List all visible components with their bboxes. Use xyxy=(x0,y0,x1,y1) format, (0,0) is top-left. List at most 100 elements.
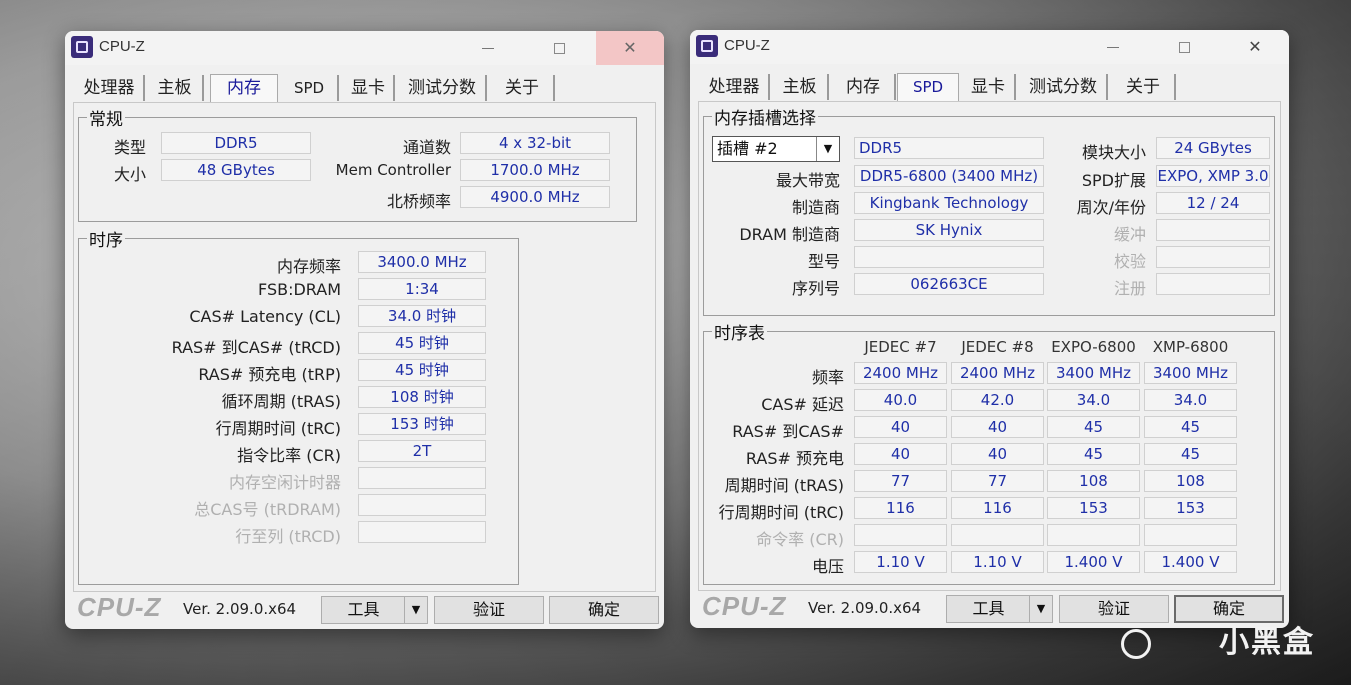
timing-cell: 45 xyxy=(1144,443,1237,465)
column-header: JEDEC #7 xyxy=(864,338,937,356)
part-label: 型号 xyxy=(807,252,840,271)
timing-row-label: 频率 xyxy=(811,368,844,387)
tools-button[interactable]: 工具 ▼ xyxy=(946,595,1053,623)
tab-cpu[interactable]: 处理器 xyxy=(700,74,770,100)
timing-label: 指令比率 (CR) xyxy=(237,446,341,465)
tab-spd[interactable]: SPD xyxy=(897,73,959,102)
check-label: 校验 xyxy=(1113,252,1146,271)
tab-about[interactable]: 关于 xyxy=(491,75,555,101)
timing-label: 循环周期 (tRAS) xyxy=(221,392,341,411)
tab-about[interactable]: 关于 xyxy=(1112,74,1176,100)
serial-label: 序列号 xyxy=(791,279,840,298)
timing-label: 内存频率 xyxy=(276,257,341,276)
cpuz-logo: CPU-Z xyxy=(702,591,787,621)
maximize-button[interactable] xyxy=(536,31,582,65)
minimize-icon xyxy=(482,48,494,49)
chevron-down-icon[interactable]: ▼ xyxy=(1029,596,1052,622)
timing-cell: 45 xyxy=(1047,416,1140,438)
close-button[interactable]: ✕ xyxy=(1221,30,1289,64)
timing-value xyxy=(358,494,486,516)
ok-button[interactable]: 确定 xyxy=(549,596,659,624)
reg-label: 注册 xyxy=(1113,279,1146,298)
type-value: DDR5 xyxy=(161,132,311,154)
size-value: 48 GBytes xyxy=(161,159,311,181)
close-icon: ✕ xyxy=(623,38,637,57)
tab-memory[interactable]: 内存 xyxy=(210,74,278,103)
timing-cell: 34.0 xyxy=(1047,389,1140,411)
maxbw-label: 最大带宽 xyxy=(775,171,840,190)
tab-content: 常规 类型 DDR5 大小 48 GBytes 通道数 4 x 32-bit M… xyxy=(73,102,656,592)
tools-button[interactable]: 工具 ▼ xyxy=(321,596,428,624)
tab-spd[interactable]: SPD xyxy=(281,75,339,101)
timing-cell: 40 xyxy=(951,443,1044,465)
timing-row-label: 命令率 (CR) xyxy=(756,530,844,549)
maximize-button[interactable] xyxy=(1161,30,1207,64)
buffer-value xyxy=(1156,219,1270,241)
cpuz-chip-icon xyxy=(71,36,93,58)
timing-cell: 3400 MHz xyxy=(1144,362,1237,384)
dram-value: SK Hynix xyxy=(854,219,1044,241)
tab-mainboard[interactable]: 主板 xyxy=(147,75,204,101)
timing-label: 内存空闲计时器 xyxy=(228,473,341,492)
timing-cell xyxy=(1144,524,1237,546)
timings-group: 时序 内存频率 3400.0 MHz FSB:DRAM 1:34 CAS# Latenc… xyxy=(78,226,519,585)
timing-row-label: 周期时间 (tRAS) xyxy=(724,476,844,495)
mfr-value: Kingbank Technology xyxy=(854,192,1044,214)
validate-button[interactable]: 验证 xyxy=(434,596,544,624)
bottom-bar: CPU-Z Ver. 2.09.0.x64 工具 ▼ 验证 确定 xyxy=(690,590,1289,628)
timing-cell: 108 xyxy=(1047,470,1140,492)
title-bar[interactable]: CPU-Z ✕ xyxy=(690,30,1289,64)
watermark-text: 小黑盒 xyxy=(1219,625,1315,660)
timing-cell: 108 xyxy=(1144,470,1237,492)
tab-graphics[interactable]: 显卡 xyxy=(343,75,395,101)
dram-label: DRAM 制造商 xyxy=(739,225,840,244)
tab-bench[interactable]: 测试分数 xyxy=(399,75,487,101)
close-button[interactable]: ✕ xyxy=(596,31,664,65)
timing-label: 行周期时间 (tRC) xyxy=(215,419,341,438)
title-bar[interactable]: CPU-Z ✕ xyxy=(65,31,664,65)
timing-value: 3400.0 MHz xyxy=(358,251,486,273)
timing-value xyxy=(358,521,486,543)
window-title: CPU-Z xyxy=(99,38,145,55)
tab-bench[interactable]: 测试分数 xyxy=(1020,74,1108,100)
timing-label: RAS# 到CAS# (tRCD) xyxy=(171,338,341,357)
timing-cell: 2400 MHz xyxy=(951,362,1044,384)
slot-group: 内存插槽选择 插槽 #2 ▼ DDR5 模块大小 24 GBytes 最大带宽 … xyxy=(703,104,1275,316)
timing-cell: 34.0 xyxy=(1144,389,1237,411)
buffer-label: 缓冲 xyxy=(1113,225,1146,244)
chevron-down-icon[interactable]: ▼ xyxy=(404,597,427,623)
channels-label: 通道数 xyxy=(402,138,451,157)
timing-label: 行至列 (tRCD) xyxy=(235,527,341,546)
slot-select-value: 插槽 #2 xyxy=(717,139,778,158)
timing-cell: 77 xyxy=(854,470,947,492)
memctrl-value: 1700.0 MHz xyxy=(460,159,610,181)
timings-title: 时序 xyxy=(87,226,125,251)
minimize-button[interactable] xyxy=(465,31,511,65)
maximize-icon xyxy=(1178,42,1190,53)
timing-cell xyxy=(854,524,947,546)
minimize-button[interactable] xyxy=(1090,30,1136,64)
tab-mainboard[interactable]: 主板 xyxy=(772,74,829,100)
timing-value: 108 时钟 xyxy=(358,386,486,408)
serial-value: 062663CE xyxy=(854,273,1044,295)
validate-button[interactable]: 验证 xyxy=(1059,595,1169,623)
tab-graphics[interactable]: 显卡 xyxy=(962,74,1016,100)
chevron-down-icon[interactable]: ▼ xyxy=(816,137,839,161)
version-text: Ver. 2.09.0.x64 xyxy=(808,599,922,617)
maxbw-value: DDR5-6800 (3400 MHz) xyxy=(854,165,1044,187)
type-label: 类型 xyxy=(113,138,146,157)
timing-row-label: 电压 xyxy=(811,557,844,576)
timing-cell: 1.400 V xyxy=(1047,551,1140,573)
timing-value: 45 时钟 xyxy=(358,332,486,354)
timing-value: 34.0 时钟 xyxy=(358,305,486,327)
timing-cell: 1.10 V xyxy=(854,551,947,573)
timing-label: 总CAS号 (tRDRAM) xyxy=(194,500,341,519)
timing-cell: 153 xyxy=(1144,497,1237,519)
tab-cpu[interactable]: 处理器 xyxy=(75,75,145,101)
timing-row-label: RAS# 到CAS# xyxy=(732,422,844,441)
window-title: CPU-Z xyxy=(724,37,770,54)
slot-select[interactable]: 插槽 #2 ▼ xyxy=(712,136,840,162)
cpuz-logo: CPU-Z xyxy=(77,592,162,622)
part-value xyxy=(854,246,1044,268)
tab-memory[interactable]: 内存 xyxy=(832,74,896,100)
